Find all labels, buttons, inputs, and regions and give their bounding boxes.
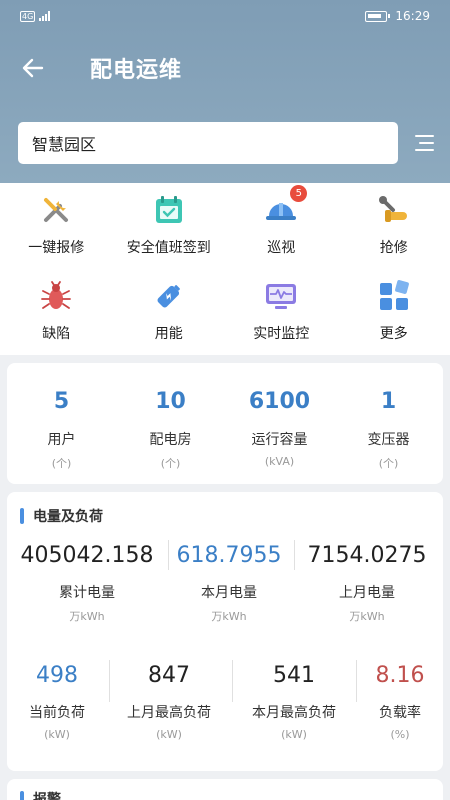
quick-item-defect[interactable]: 缺陷 — [0, 269, 113, 355]
stat-capacity[interactable]: 6100 运行容量 (kVA) — [225, 363, 334, 484]
overview-stats-card: 5 用户 (个) 10 配电房 (个) 6100 运行容量 (kVA) 1 变压… — [7, 363, 443, 484]
divider — [168, 540, 169, 570]
energy-value: 618.7955 — [176, 542, 282, 568]
divider — [294, 540, 295, 570]
quick-item-label: 用能 — [154, 326, 183, 342]
energy-load-card: 电量及负荷 405042.158 累计电量 万kWh 618.7955 本月电量… — [7, 492, 443, 771]
network-indicator: 4G — [20, 10, 36, 22]
quick-item-emergency-repair[interactable]: 抢修 — [338, 183, 450, 269]
stat-label: 运行容量 — [251, 432, 308, 448]
quick-item-more[interactable]: 更多 — [338, 269, 450, 355]
stat-value: 6100 — [248, 389, 311, 414]
section-header: 电量及负荷 — [7, 492, 443, 540]
quick-item-duty-signin[interactable]: 安全值班签到 — [113, 183, 226, 269]
patrol-count-badge: 5 — [290, 185, 308, 202]
load-label: 负载率 — [379, 705, 421, 721]
clock: 16:29 — [395, 9, 430, 23]
section-marker — [20, 508, 24, 524]
back-arrow-icon[interactable] — [18, 53, 48, 83]
energy-unit: 万kWh — [69, 610, 105, 623]
stat-distribution-rooms[interactable]: 10 配电房 (个) — [116, 363, 225, 484]
load-this-month-max[interactable]: 541 本月最高负荷 (kW) — [231, 660, 357, 770]
stat-label: 变压器 — [367, 432, 410, 448]
section-marker — [20, 791, 24, 800]
energy-this-month[interactable]: 618.7955 本月电量 万kWh — [167, 540, 291, 650]
load-unit: (kW) — [44, 728, 70, 741]
load-unit: (%) — [390, 728, 410, 741]
helmet-icon: 5 — [264, 185, 308, 227]
signal-icon — [39, 11, 51, 21]
load-last-month-max[interactable]: 847 上月最高负荷 (kW) — [107, 660, 231, 770]
quick-item-label: 一键报修 — [28, 240, 85, 256]
energy-unit: 万kWh — [349, 610, 385, 623]
battery-icon — [152, 279, 186, 313]
energy-row: 405042.158 累计电量 万kWh 618.7955 本月电量 万kWh … — [7, 540, 443, 650]
calendar-check-icon — [152, 193, 186, 227]
header: 4G 16:29 配电运维 智慧园区 — [0, 0, 450, 183]
stat-value: 5 — [53, 389, 70, 414]
quick-item-repair-request[interactable]: 一键报修 — [0, 183, 113, 269]
load-value: 498 — [36, 662, 78, 688]
stat-label: 配电房 — [149, 432, 192, 448]
divider — [356, 660, 357, 702]
load-row: 498 当前负荷 (kW) 847 上月最高负荷 (kW) 541 本月最高负荷… — [7, 660, 443, 770]
bug-icon — [39, 279, 73, 313]
stat-users[interactable]: 5 用户 (个) — [7, 363, 116, 484]
load-value: 541 — [273, 662, 315, 688]
quick-item-label: 缺陷 — [42, 326, 71, 342]
section-title: 报警 — [33, 792, 61, 800]
divider — [232, 660, 233, 702]
quick-actions: 一键报修 安全值班签到 5 巡视 抢修 缺陷 用能 实时监控 更多 — [0, 183, 450, 355]
load-unit: (kW) — [156, 728, 182, 741]
load-unit: (kW) — [281, 728, 307, 741]
load-label: 本月最高负荷 — [252, 705, 336, 721]
energy-last-month[interactable]: 7154.0275 上月电量 万kWh — [291, 540, 443, 650]
status-bar: 4G 16:29 — [0, 0, 450, 32]
quick-item-energy-use[interactable]: 用能 — [113, 269, 226, 355]
energy-label: 累计电量 — [59, 585, 115, 601]
alarm-card: 报警 — [7, 779, 443, 800]
section-title: 电量及负荷 — [33, 509, 103, 525]
battery-icon — [365, 10, 391, 22]
grid-icon — [377, 279, 411, 313]
quick-item-label: 安全值班签到 — [126, 240, 211, 256]
quick-item-label: 更多 — [379, 326, 408, 342]
stat-unit: (个) — [160, 457, 181, 470]
energy-value: 7154.0275 — [307, 542, 427, 568]
quick-item-label: 巡视 — [267, 240, 296, 256]
energy-total[interactable]: 405042.158 累计电量 万kWh — [7, 540, 167, 650]
quick-item-label: 实时监控 — [253, 326, 310, 342]
stat-value: 10 — [155, 389, 186, 414]
tools-icon — [39, 193, 73, 227]
list-menu-icon[interactable] — [412, 133, 434, 153]
load-current[interactable]: 498 当前负荷 (kW) — [7, 660, 107, 770]
energy-label: 本月电量 — [201, 585, 257, 601]
load-label: 当前负荷 — [29, 705, 85, 721]
repair-hand-icon — [377, 193, 411, 227]
quick-item-realtime-monitor[interactable]: 实时监控 — [225, 269, 338, 355]
load-rate[interactable]: 8.16 负载率 (%) — [357, 660, 443, 770]
section-header: 报警 — [7, 779, 443, 800]
divider — [109, 660, 110, 702]
energy-value: 405042.158 — [20, 542, 154, 568]
stat-value: 1 — [380, 389, 397, 414]
quick-item-patrol[interactable]: 5 巡视 — [225, 183, 338, 269]
site-selector-input[interactable]: 智慧园区 — [18, 122, 398, 164]
stat-transformers[interactable]: 1 变压器 (个) — [334, 363, 443, 484]
quick-item-label: 抢修 — [379, 240, 408, 256]
stat-unit: (个) — [51, 457, 72, 470]
energy-label: 上月电量 — [339, 585, 395, 601]
load-value: 847 — [148, 662, 190, 688]
stat-unit: (kVA) — [264, 455, 295, 468]
energy-unit: 万kWh — [211, 610, 247, 623]
page-title: 配电运维 — [90, 58, 183, 83]
load-label: 上月最高负荷 — [127, 705, 211, 721]
stat-unit: (个) — [378, 457, 399, 470]
stat-label: 用户 — [47, 432, 76, 448]
load-value: 8.16 — [375, 662, 425, 688]
monitor-icon — [264, 279, 298, 313]
